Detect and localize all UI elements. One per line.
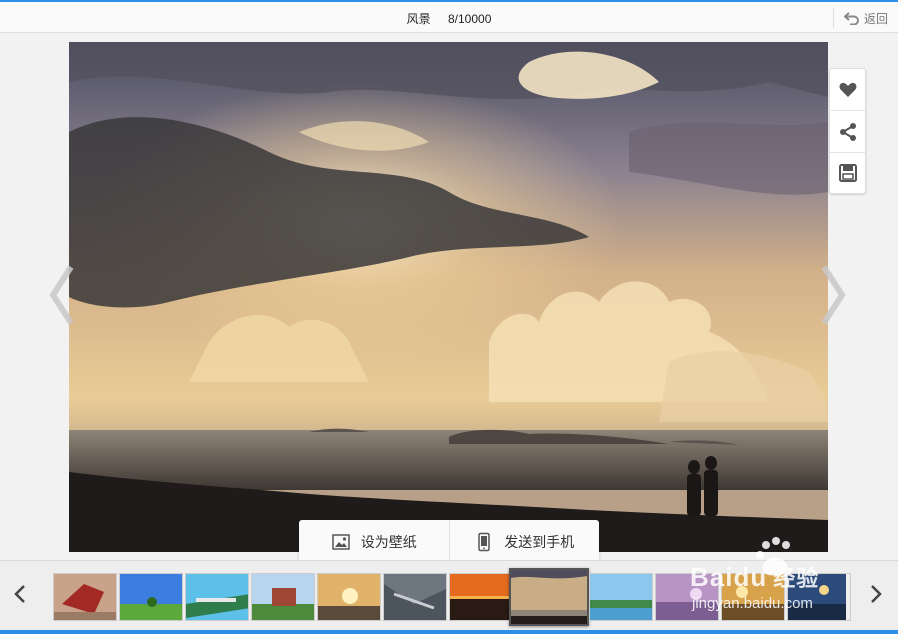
share-icon — [839, 122, 856, 141]
chevron-right-icon — [821, 265, 846, 325]
thumbnail[interactable] — [383, 573, 447, 621]
phone-icon — [478, 532, 490, 551]
top-bar: 风景 8/10000 返回 — [0, 0, 898, 33]
chevron-right-icon — [871, 585, 882, 603]
favorite-button[interactable] — [830, 69, 865, 111]
thumbnail[interactable] — [119, 573, 183, 621]
next-image-button[interactable] — [818, 265, 848, 325]
thumbnail-active[interactable] — [509, 568, 589, 626]
chevron-left-icon — [49, 265, 74, 325]
image-icon — [332, 533, 350, 550]
thumbnail[interactable] — [721, 573, 785, 621]
title-area: 风景 8/10000 — [0, 10, 898, 27]
thumbnail[interactable] — [787, 573, 851, 621]
thumbnail[interactable] — [251, 573, 315, 621]
image-counter: 8/10000 — [447, 12, 492, 26]
thumbnail[interactable] — [317, 573, 381, 621]
action-panel: 设为壁纸 发送到手机 — [299, 520, 599, 563]
share-button[interactable] — [830, 111, 865, 153]
thumbnail-strip — [0, 560, 898, 634]
thumbnail[interactable] — [589, 573, 653, 621]
thumbnail[interactable] — [185, 573, 249, 621]
send-to-phone-label: 发送到手机 — [504, 533, 575, 550]
thumbnail[interactable] — [449, 573, 513, 621]
set-wallpaper-button[interactable]: 设为壁纸 — [299, 520, 449, 563]
back-label: 返回 — [863, 11, 888, 26]
back-arrow-icon — [843, 12, 859, 25]
thumbnail[interactable] — [53, 573, 117, 621]
heart-icon — [839, 82, 856, 97]
set-wallpaper-label: 设为壁纸 — [360, 533, 417, 550]
back-button[interactable]: 返回 — [832, 8, 888, 28]
save-button[interactable] — [830, 153, 865, 193]
save-icon — [838, 164, 857, 182]
chevron-left-icon — [14, 585, 25, 603]
category-title: 风景 — [406, 12, 431, 26]
bottom-accent-bar — [0, 630, 898, 634]
strip-prev-button[interactable] — [10, 579, 30, 609]
strip-next-button[interactable] — [866, 579, 886, 609]
side-toolbar — [829, 68, 866, 194]
thumbnail-list — [53, 568, 851, 626]
main-photo — [69, 42, 828, 552]
send-to-phone-button[interactable]: 发送到手机 — [448, 520, 600, 563]
prev-image-button[interactable] — [47, 265, 77, 325]
thumbnail[interactable] — [655, 573, 719, 621]
